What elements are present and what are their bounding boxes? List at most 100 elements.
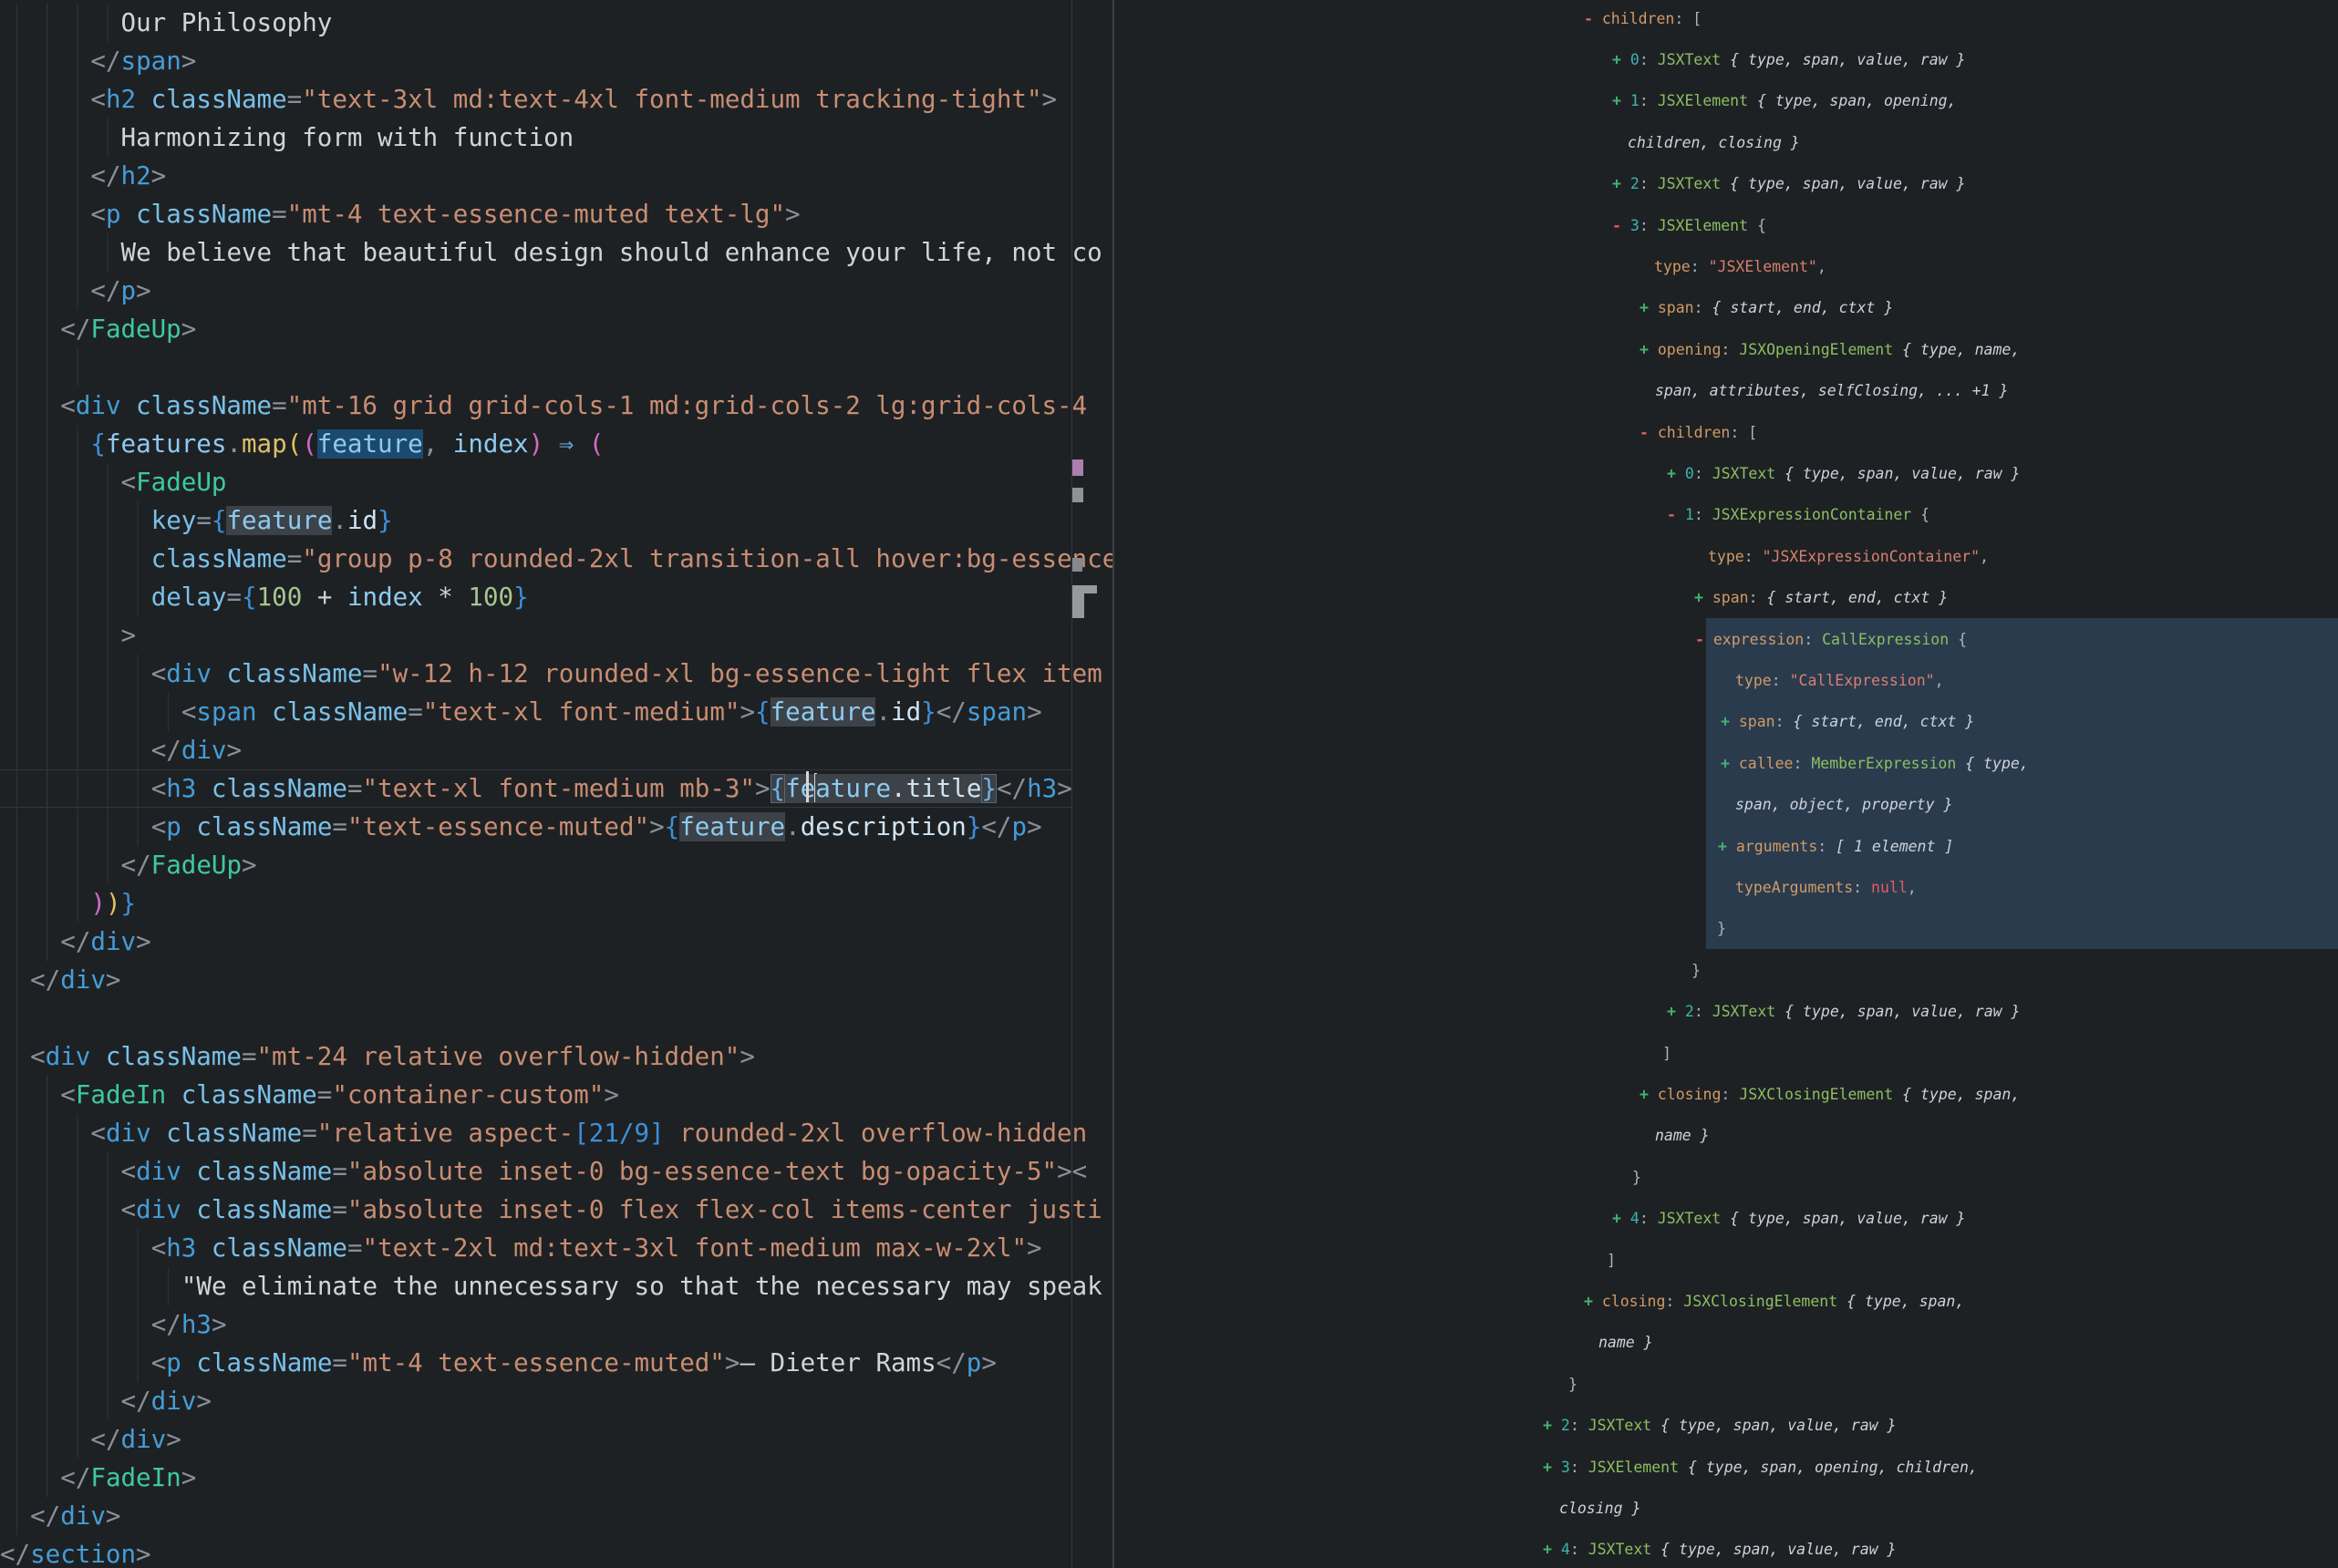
ast-node-line[interactable]: closing }	[1559, 1488, 1640, 1529]
expand-toggle-icon[interactable]: +	[1667, 1003, 1685, 1020]
expand-toggle-icon[interactable]: +	[1721, 755, 1739, 772]
ast-node-line[interactable]: name }	[1598, 1322, 1653, 1363]
collapse-toggle-icon[interactable]: -	[1584, 10, 1602, 27]
expand-toggle-icon[interactable]: +	[1584, 1293, 1602, 1310]
code-line[interactable]: </FadeUp>	[0, 846, 257, 884]
ast-node-line[interactable]: + 4: JSXText { type, span, value, raw }	[1612, 1198, 1965, 1239]
code-line[interactable]: <p className="mt-4 text-essence-muted te…	[0, 195, 801, 233]
expand-toggle-icon[interactable]: +	[1667, 465, 1685, 482]
ast-tree-panel[interactable]: - children: [+ 0: JSXText { type, span, …	[1114, 0, 2338, 1568]
ast-node-line[interactable]: name }	[1655, 1115, 1710, 1156]
code-line[interactable]: </section>	[0, 1535, 151, 1568]
code-line[interactable]: <div className="mt-24 relative overflow-…	[0, 1037, 755, 1076]
expand-toggle-icon[interactable]: +	[1612, 1210, 1630, 1227]
code-line[interactable]: <div className="absolute inset-0 flex fl…	[0, 1191, 1102, 1229]
code-line[interactable]: delay={100 + index * 100}	[0, 578, 529, 616]
expand-toggle-icon[interactable]: +	[1543, 1417, 1561, 1434]
code-line[interactable]: </div>	[0, 961, 120, 999]
ast-node-line[interactable]: - 3: JSXElement {	[1612, 205, 1766, 246]
ast-node-line[interactable]: + 1: JSXElement { type, span, opening,	[1612, 80, 1957, 121]
code-line[interactable]: Harmonizing form with function	[0, 119, 574, 157]
ast-node-line[interactable]: + 0: JSXText { type, span, value, raw }	[1667, 453, 2020, 494]
code-line[interactable]: <div className="relative aspect-[21/9] r…	[0, 1114, 1087, 1152]
code-line[interactable]: <span className="text-xl font-medium">{f…	[0, 693, 1042, 731]
code-line[interactable]: <p className="mt-4 text-essence-muted">—…	[0, 1344, 997, 1382]
ast-node-line[interactable]: + 0: JSXText { type, span, value, raw }	[1612, 39, 1965, 80]
code-line[interactable]: </div>	[0, 1497, 120, 1535]
ast-node-line[interactable]: - children: [	[1640, 412, 1757, 453]
ast-node-line[interactable]: + closing: JSXClosingElement { type, spa…	[1640, 1074, 2020, 1115]
code-line[interactable]: <h2 className="text-3xl md:text-4xl font…	[0, 80, 1057, 119]
ast-node-line[interactable]: type: "JSXElement",	[1654, 246, 1826, 287]
expand-toggle-icon[interactable]: +	[1612, 92, 1630, 109]
ast-node-line[interactable]: + arguments: [ 1 element ]	[1718, 826, 1953, 867]
expand-toggle-icon[interactable]: +	[1694, 589, 1712, 606]
code-line[interactable]: </div>	[0, 1382, 212, 1420]
ast-node-line[interactable]: + closing: JSXClosingElement { type, spa…	[1584, 1281, 1964, 1322]
ast-node-line[interactable]: + 2: JSXText { type, span, value, raw }	[1543, 1405, 1896, 1446]
ast-node-line[interactable]: + 2: JSXText { type, span, value, raw }	[1667, 991, 2020, 1032]
ast-node-line[interactable]: type: "CallExpression",	[1735, 660, 1944, 701]
collapse-toggle-icon[interactable]: -	[1612, 217, 1630, 234]
expand-toggle-icon[interactable]: +	[1543, 1541, 1561, 1558]
ast-node-line[interactable]: + span: { start, end, ctxt }	[1694, 577, 1948, 618]
ast-node-line[interactable]: + callee: MemberExpression { type,	[1721, 743, 2029, 784]
collapse-toggle-icon[interactable]: -	[1640, 424, 1658, 441]
code-line[interactable]: Our Philosophy	[0, 4, 332, 42]
code-line[interactable]: <div className="mt-16 grid grid-cols-1 m…	[0, 387, 1087, 425]
code-line[interactable]: <h3 className="text-2xl md:text-3xl font…	[0, 1229, 1042, 1267]
ast-node-line[interactable]: ]	[1662, 1033, 1671, 1074]
expand-toggle-icon[interactable]: +	[1640, 1086, 1658, 1103]
expand-toggle-icon[interactable]: +	[1640, 341, 1658, 358]
ast-node-line[interactable]: + span: { start, end, ctxt }	[1640, 287, 1893, 328]
ast-node-line[interactable]: - expression: CallExpression {	[1695, 619, 1967, 660]
ast-node-line[interactable]: }	[1632, 1157, 1641, 1198]
ast-node-line[interactable]: - 1: JSXExpressionContainer {	[1667, 494, 1929, 535]
code-line[interactable]: "We eliminate the unnecessary so that th…	[0, 1267, 1102, 1305]
expand-toggle-icon[interactable]: +	[1640, 299, 1658, 316]
ast-node-line[interactable]: - children: [	[1584, 0, 1702, 39]
collapse-toggle-icon[interactable]: -	[1667, 506, 1685, 523]
code-line[interactable]: <h3 className="text-xl font-medium mb-3"…	[0, 769, 1072, 808]
ast-node-line[interactable]: ]	[1607, 1240, 1616, 1281]
code-line[interactable]: </p>	[0, 272, 151, 310]
code-line[interactable]: </div>	[0, 1420, 181, 1459]
ast-node-line[interactable]: + span: { start, end, ctxt }	[1721, 701, 1974, 742]
code-line[interactable]: We believe that beautiful design should …	[0, 233, 1102, 272]
ast-node-line[interactable]: + opening: JSXOpeningElement { type, nam…	[1640, 329, 2020, 370]
ast-node-line[interactable]: type: "JSXExpressionContainer",	[1708, 536, 1989, 577]
expand-toggle-icon[interactable]: +	[1612, 51, 1630, 68]
ast-node-line[interactable]: + 2: JSXText { type, span, value, raw }	[1612, 163, 1965, 204]
ast-node-line[interactable]: }	[1691, 950, 1701, 991]
expand-toggle-icon[interactable]: +	[1543, 1459, 1561, 1476]
code-line[interactable]: className="group p-8 rounded-2xl transit…	[0, 540, 1112, 578]
code-line[interactable]: </FadeUp>	[0, 310, 196, 348]
code-line[interactable]: <p className="text-essence-muted">{featu…	[0, 808, 1042, 846]
ast-node-line[interactable]: children, closing }	[1628, 122, 1800, 163]
ast-node-line[interactable]: span, attributes, selfClosing, ... +1 }	[1655, 370, 2008, 411]
code-line[interactable]: </h3>	[0, 1305, 227, 1344]
code-line[interactable]: </span>	[0, 42, 196, 80]
ast-node-line[interactable]: }	[1568, 1364, 1578, 1405]
expand-toggle-icon[interactable]: +	[1718, 838, 1736, 855]
ast-node-line[interactable]: }	[1717, 908, 1726, 949]
collapse-toggle-icon[interactable]: -	[1695, 631, 1713, 648]
code-line[interactable]: <FadeIn className="container-custom">	[0, 1076, 619, 1114]
code-line[interactable]: {features.map((feature, index) ⇒ (	[0, 425, 604, 463]
code-line[interactable]	[0, 348, 90, 387]
code-line[interactable]: >	[0, 616, 136, 655]
code-editor-pane[interactable]: Our Philosophy</span><h2 className="text…	[0, 0, 1112, 1568]
code-line[interactable]: </FadeIn>	[0, 1459, 196, 1497]
code-line[interactable]: </div>	[0, 923, 151, 961]
code-line[interactable]: ))}	[0, 884, 136, 923]
expand-toggle-icon[interactable]: +	[1612, 175, 1630, 192]
ast-node-line[interactable]: + 4: JSXText { type, span, value, raw }	[1543, 1529, 1896, 1568]
code-line[interactable]: <div className="absolute inset-0 bg-esse…	[0, 1152, 1087, 1191]
ast-node-line[interactable]: typeArguments: null,	[1735, 867, 1917, 908]
code-line[interactable]: key={feature.id}	[0, 501, 393, 540]
ast-node-line[interactable]: + 3: JSXElement { type, span, opening, c…	[1543, 1447, 1978, 1488]
code-line[interactable]: </h2>	[0, 157, 166, 195]
code-line[interactable]: </div>	[0, 731, 242, 769]
code-line[interactable]	[0, 999, 30, 1037]
code-line[interactable]: <div className="w-12 h-12 rounded-xl bg-…	[0, 655, 1102, 693]
